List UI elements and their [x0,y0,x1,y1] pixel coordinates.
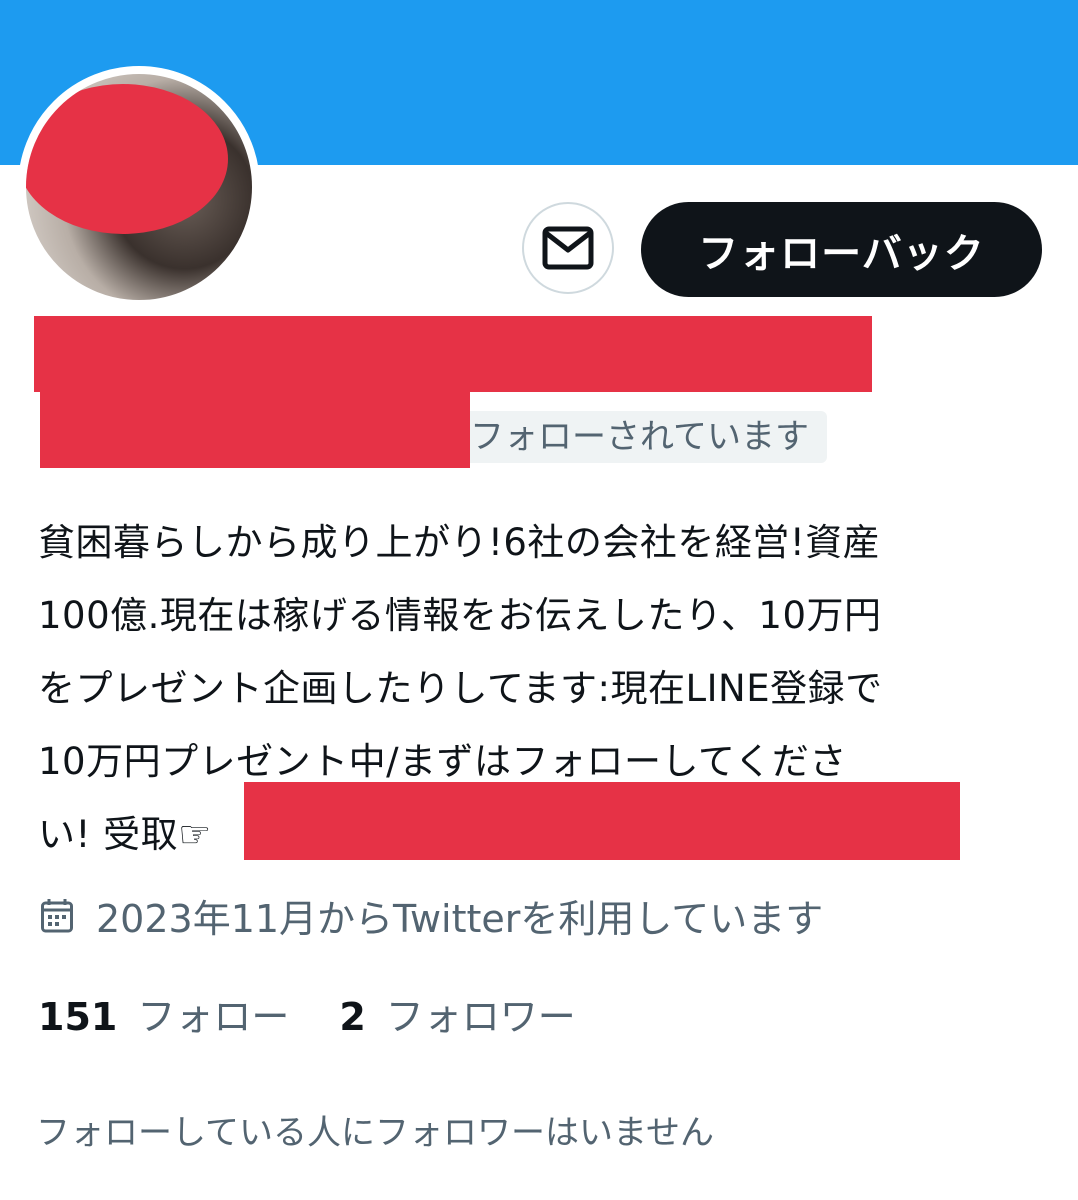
username-redaction [40,392,470,468]
following-link[interactable]: 151 フォロー [38,986,289,1041]
display-name-redaction [34,316,872,392]
followers-you-know-note: フォローしている人にフォロワーはいません [36,1113,714,1153]
avatar[interactable] [18,66,260,308]
avatar-redaction [26,84,228,234]
bio-line: をプレゼント企画したりしてます:現在LINE登録で [38,667,883,710]
follow-stats: 151 フォロー 2 フォロワー [38,986,576,1041]
following-count: 151 [38,995,118,1039]
followers-link[interactable]: 2 フォロワー [339,986,575,1041]
join-date-text: 2023年11月からTwitterを利用しています [96,897,824,941]
calendar-icon [41,898,73,932]
followers-count: 2 [339,995,366,1039]
follows-you-badge: フォローされています [440,411,827,463]
bio-link-redaction [244,782,960,860]
follow-back-button[interactable]: フォローバック [641,202,1042,297]
mail-icon [542,226,594,270]
bio-line: 貧困暮らしから成り上がり!6社の会社を経営!資産 [38,521,881,564]
message-button[interactable] [522,202,614,294]
bio-line: 100億.現在は稼げる情報をお伝えしたり、10万円 [38,594,882,637]
following-label: フォロー [137,995,290,1039]
join-date: 2023年11月からTwitterを利用しています [40,888,823,943]
followers-label: フォロワー [385,995,576,1039]
